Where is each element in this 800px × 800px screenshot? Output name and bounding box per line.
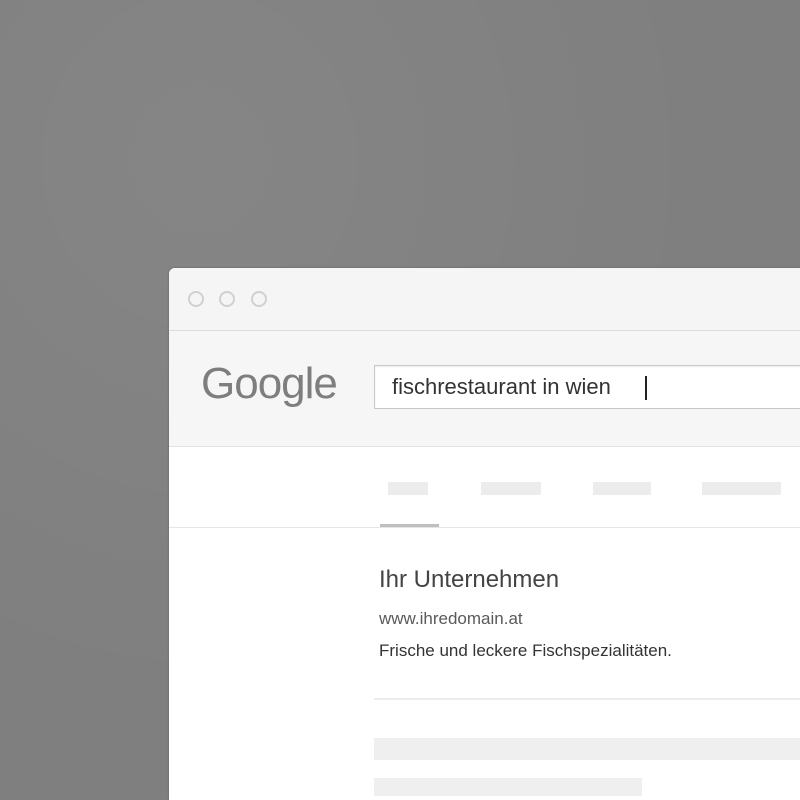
tabs-divider bbox=[169, 527, 800, 528]
window-titlebar bbox=[169, 268, 800, 331]
google-logo[interactable]: Google bbox=[201, 360, 338, 408]
close-dot[interactable] bbox=[188, 291, 204, 307]
browser-window: Google Ihr Unternehmen www.ihredomain.at… bbox=[169, 268, 800, 800]
text-cursor bbox=[645, 376, 647, 400]
tab-third[interactable] bbox=[593, 482, 651, 495]
placeholder-line bbox=[374, 778, 642, 796]
tab-all[interactable] bbox=[388, 482, 428, 495]
result-url: www.ihredomain.at bbox=[379, 609, 523, 628]
tab-second[interactable] bbox=[481, 482, 541, 495]
minimize-dot[interactable] bbox=[219, 291, 235, 307]
result-title-link[interactable]: Ihr Unternehmen bbox=[379, 565, 559, 595]
maximize-dot[interactable] bbox=[251, 291, 267, 307]
tab-fourth[interactable] bbox=[702, 482, 781, 495]
search-input[interactable] bbox=[374, 365, 800, 409]
result-description: Frische und leckere Fischspezialitäten. bbox=[379, 641, 672, 660]
result-divider bbox=[374, 698, 800, 700]
placeholder-line bbox=[374, 738, 800, 760]
